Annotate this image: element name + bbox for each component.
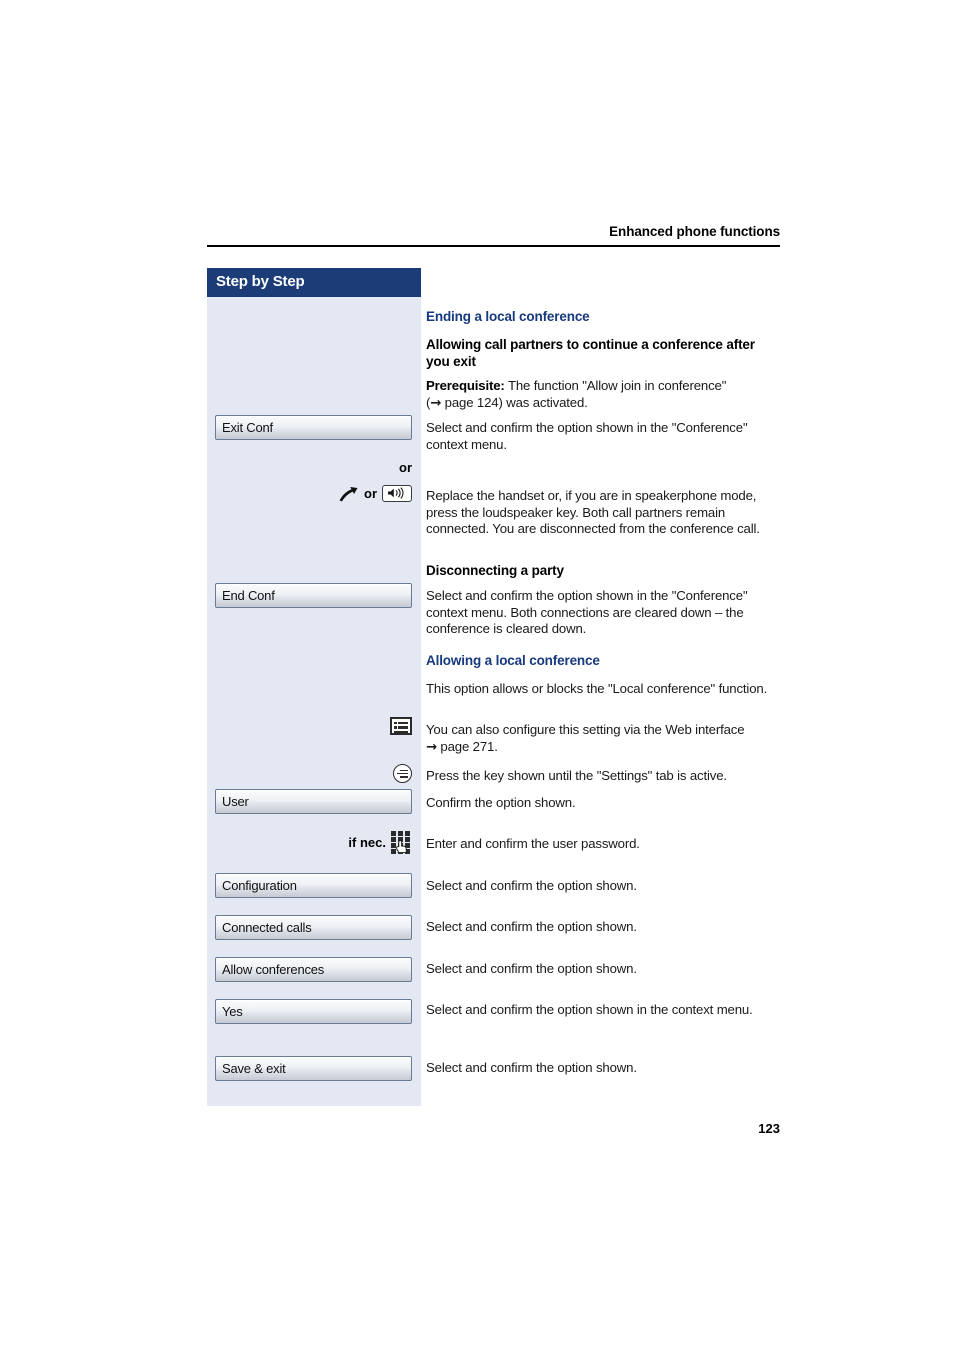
paragraph-select-confirm-4: Select and confirm the option shown. — [426, 1060, 637, 1075]
prerequisite-paragraph: Prerequisite: The function "Allow join i… — [426, 378, 781, 412]
softkey-save-and-exit[interactable]: Save & exit — [215, 1056, 412, 1081]
handset-icon — [337, 486, 359, 502]
paragraph-web-interface: You can also configure this setting via … — [426, 722, 781, 756]
manual-page: Enhanced phone functions Step by Step Ex… — [0, 0, 954, 1351]
softkey-user[interactable]: User — [215, 789, 412, 814]
web-interface-page-ref: page 271. — [436, 738, 498, 754]
heading-allowing-a-local-conference: Allowing a local conference — [426, 653, 600, 668]
or-label-1: or — [399, 460, 412, 475]
softkey-exit-conf[interactable]: Exit Conf — [215, 415, 412, 440]
paragraph-option-allows-blocks: This option allows or blocks the "Local … — [426, 681, 768, 696]
web-interface-text: You can also configure this setting via … — [426, 722, 745, 737]
paragraph-end-conf: Select and confirm the option shown in t… — [426, 588, 748, 636]
softkey-configuration[interactable]: Configuration — [215, 873, 412, 898]
settings-key-icon — [393, 764, 412, 783]
or-label-2: or — [364, 486, 377, 501]
keypad-icon — [391, 831, 412, 854]
paragraph-enter-password: Enter and confirm the user password. — [426, 836, 640, 851]
header-rule — [207, 245, 780, 247]
paragraph-select-confirm-1: Select and confirm the option shown. — [426, 878, 637, 893]
softkey-allow-conferences[interactable]: Allow conferences — [215, 957, 412, 982]
handset-or-loudspeaker-row: or — [337, 485, 412, 502]
arrow-right-icon-2: → — [426, 739, 437, 755]
prerequisite-text: The function "Allow join in conference" — [504, 378, 727, 393]
paragraph-select-confirm-3: Select and confirm the option shown. — [426, 961, 637, 976]
paragraph-press-key: Press the key shown until the "Settings"… — [426, 768, 727, 783]
if-nec-label: if nec. — [348, 835, 386, 850]
settings-key-row — [393, 764, 412, 783]
sidebar-title: Step by Step — [216, 273, 305, 290]
subheading-allowing-call-partners: Allowing call partners to continue a con… — [426, 337, 755, 369]
paragraph-confirm-option: Confirm the option shown. — [426, 795, 576, 810]
prerequisite-label: Prerequisite: — [426, 378, 505, 393]
prerequisite-page-ref: page 124) was activated. — [441, 394, 588, 410]
softkey-yes[interactable]: Yes — [215, 999, 412, 1024]
loudspeaker-key-icon — [382, 485, 412, 502]
web-interface-icon — [390, 717, 412, 735]
arrow-right-icon: → — [430, 395, 442, 411]
paragraph-select-confirm-context: Select and confirm the option shown in t… — [426, 1002, 753, 1017]
softkey-connected-calls[interactable]: Connected calls — [215, 915, 412, 940]
paragraph-exit-conf: Select and confirm the option shown in t… — [426, 420, 748, 452]
heading-ending-local-conference: Ending a local conference — [426, 309, 590, 324]
running-header-title: Enhanced phone functions — [609, 224, 780, 239]
web-interface-row — [390, 717, 412, 735]
softkey-end-conf[interactable]: End Conf — [215, 583, 412, 608]
paragraph-select-confirm-2: Select and confirm the option shown. — [426, 919, 637, 934]
subheading-disconnecting-a-party: Disconnecting a party — [426, 563, 564, 578]
paragraph-replace-handset: Replace the handset or, if you are in sp… — [426, 488, 760, 536]
if-nec-keypad-row: if nec. — [348, 831, 412, 854]
step-by-step-sidebar: Step by Step Exit Conf or or End Conf Us… — [207, 268, 421, 1106]
page-number: 123 — [758, 1121, 780, 1136]
